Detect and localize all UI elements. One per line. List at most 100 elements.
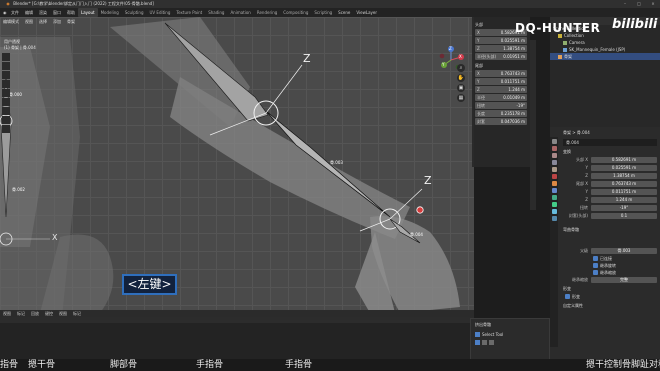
zoom-icon[interactable]: ⌕ [457,64,465,72]
tail-x-field[interactable]: X 0.763743 m [475,70,527,77]
pan-hand-icon[interactable]: ✋ [457,74,465,82]
prop-roll[interactable]: 扭转 -19° [563,204,657,211]
prop-parent[interactable]: 父级 骨.003 [563,247,657,254]
object-data-tab-icon[interactable] [551,202,557,207]
physics-tab-icon[interactable] [551,195,557,200]
view-layer-selector[interactable]: ViewLayer [353,8,380,17]
scale-tool-icon[interactable] [2,89,10,97]
tool-tab-icon[interactable] [551,139,557,144]
timeline-ruler[interactable] [0,317,474,323]
prop-head-x[interactable]: 头部 X 0.582691 m [563,156,657,163]
menu-window[interactable]: 窗口 [50,8,64,17]
bone-constraint-tab-icon[interactable] [551,216,557,221]
tail-radius-field[interactable]: 半径 0.01049 m [475,94,527,101]
rotate-tool-icon[interactable] [2,80,10,88]
length-field[interactable]: 长度 0.235178 m [475,110,527,117]
menu-render[interactable]: 渲染 [36,8,50,17]
camera-view-icon[interactable]: ▣ [457,84,465,92]
modifier-tab-icon[interactable] [551,188,557,193]
menu-view[interactable]: 视图 [22,19,36,25]
prop-inherit-mode[interactable]: 继承缩放 完整 [563,276,657,283]
tab-layout[interactable]: Layout [78,8,98,17]
tab-sculpting[interactable]: Sculpting [122,8,147,17]
grey-swatch-2[interactable] [489,340,494,345]
prop-head-y[interactable]: Y 0.025591 m [563,164,657,171]
grey-swatch[interactable] [482,340,487,345]
tab-scripting[interactable]: Scripting [311,8,335,17]
timeline-header: 视图 标记 回放 键控 视图 标记 [0,310,474,317]
menu-edit[interactable]: 编辑 [22,8,36,17]
minimize-icon[interactable]: – [618,0,632,8]
world-tab-icon[interactable] [551,174,557,179]
blue-swatch[interactable] [475,340,480,345]
bone-name-field[interactable]: 骨.004 [563,139,657,146]
timeline-menu-view[interactable]: 视图 [0,311,14,317]
tab-rendering[interactable]: Rendering [254,8,280,17]
outliner-item-camera[interactable]: Camera [550,39,660,46]
bone-tab-icon[interactable] [551,209,557,214]
scene-selector[interactable]: Scene [335,8,353,17]
mode-selector[interactable]: 编辑模式 [0,19,22,25]
blender-menu-icon[interactable]: ◉ [0,8,8,17]
cursor-tool-icon[interactable] [2,62,10,70]
menu-select[interactable]: 选择 [36,19,50,25]
head-radius-field[interactable]: 半径(头部) 0.01951 m [475,53,527,60]
head-z-field[interactable]: Z 1.38754 m [475,45,527,52]
outliner-item-mesh[interactable]: SK_Mannequin_Female (JSP) [550,46,660,53]
tail-y-field[interactable]: Y 0.011751 m [475,78,527,85]
timeline-menu-keying[interactable]: 键控 [42,311,56,317]
menu-add[interactable]: 添加 [50,19,64,25]
prop-envelope[interactable]: 封套(头部) 0.1 [563,212,657,219]
deform-checkbox[interactable]: 形变 [563,293,657,300]
select-tool-row[interactable]: Select Tool [475,332,545,337]
close-icon[interactable]: × [646,0,660,8]
connected-checkbox[interactable]: 已连接 [563,255,657,262]
tab-modeling[interactable]: Modeling [98,8,122,17]
viewport-nav-buttons: ⌕ ✋ ▣ ▦ [457,64,465,102]
inherit-rotation-checkbox[interactable]: 继承旋转 [563,262,657,269]
menu-help[interactable]: 帮助 [64,8,78,17]
custom-properties-section[interactable]: 自定义属性 [563,303,657,309]
operator-title: 挤出骨骼 [475,322,491,327]
select-tool-icon[interactable] [2,53,10,61]
timeline-menu-marker[interactable]: 标记 [14,311,28,317]
tab-uv-editing[interactable]: UV Editing [147,8,174,17]
inherit-scale-checkbox[interactable]: 继承缩放 [563,269,657,276]
envelope-field[interactable]: 封套 0.047036 m [475,118,527,125]
sidebar-tabs[interactable] [530,40,536,210]
output-tab-icon[interactable] [551,153,557,158]
prop-tail-y[interactable]: Y 0.011751 m [563,188,657,195]
timeline-menu-marker-2[interactable]: 标记 [70,311,84,317]
annotate-tool-icon[interactable] [2,107,10,115]
render-tab-icon[interactable] [551,146,557,151]
head-y-field[interactable]: Y 0.025591 m [475,37,527,44]
deform-section[interactable]: 形变 [563,286,657,292]
roll-field[interactable]: 扭转 -19° [475,102,527,109]
menu-armature[interactable]: 骨架 [64,19,78,25]
timeline-area[interactable] [0,317,474,359]
move-tool-icon[interactable] [2,71,10,79]
maximize-icon[interactable]: □ [632,0,646,8]
object-tab-icon[interactable] [551,181,557,186]
timeline-menu-view-2[interactable]: 视图 [56,311,70,317]
transform-tool-icon[interactable] [2,98,10,106]
tab-animation[interactable]: Animation [227,8,253,17]
extrude-tool-icon[interactable] [2,125,10,133]
timeline-menu-playback[interactable]: 回放 [28,311,42,317]
tab-texture-paint[interactable]: Texture Paint [173,8,205,17]
tail-z-field[interactable]: Z 1.244 m [475,86,527,93]
outliner-item-armature[interactable]: 骨架 [550,53,660,60]
prop-tail-z[interactable]: Z 1.244 m [563,196,657,203]
bendy-bones-section[interactable]: 弯曲骨骼 [563,227,657,233]
scene-tab-icon[interactable] [551,167,557,172]
perspective-toggle-icon[interactable]: ▦ [457,94,465,102]
view-layer-tab-icon[interactable] [551,160,557,165]
prop-head-z[interactable]: Z 1.38754 m [563,172,657,179]
transform-section[interactable]: 变换 [563,149,657,155]
tab-shading[interactable]: Shading [205,8,227,17]
3d-viewport[interactable]: Z Z X 骨.002 骨.003 骨.004 骨.000 编辑模式 视图 选择… [0,17,474,313]
tab-compositing[interactable]: Compositing [280,8,311,17]
measure-tool-icon[interactable] [2,116,10,124]
prop-tail-x[interactable]: 尾部 X 0.763743 m [563,180,657,187]
menu-file[interactable]: 文件 [8,8,22,17]
